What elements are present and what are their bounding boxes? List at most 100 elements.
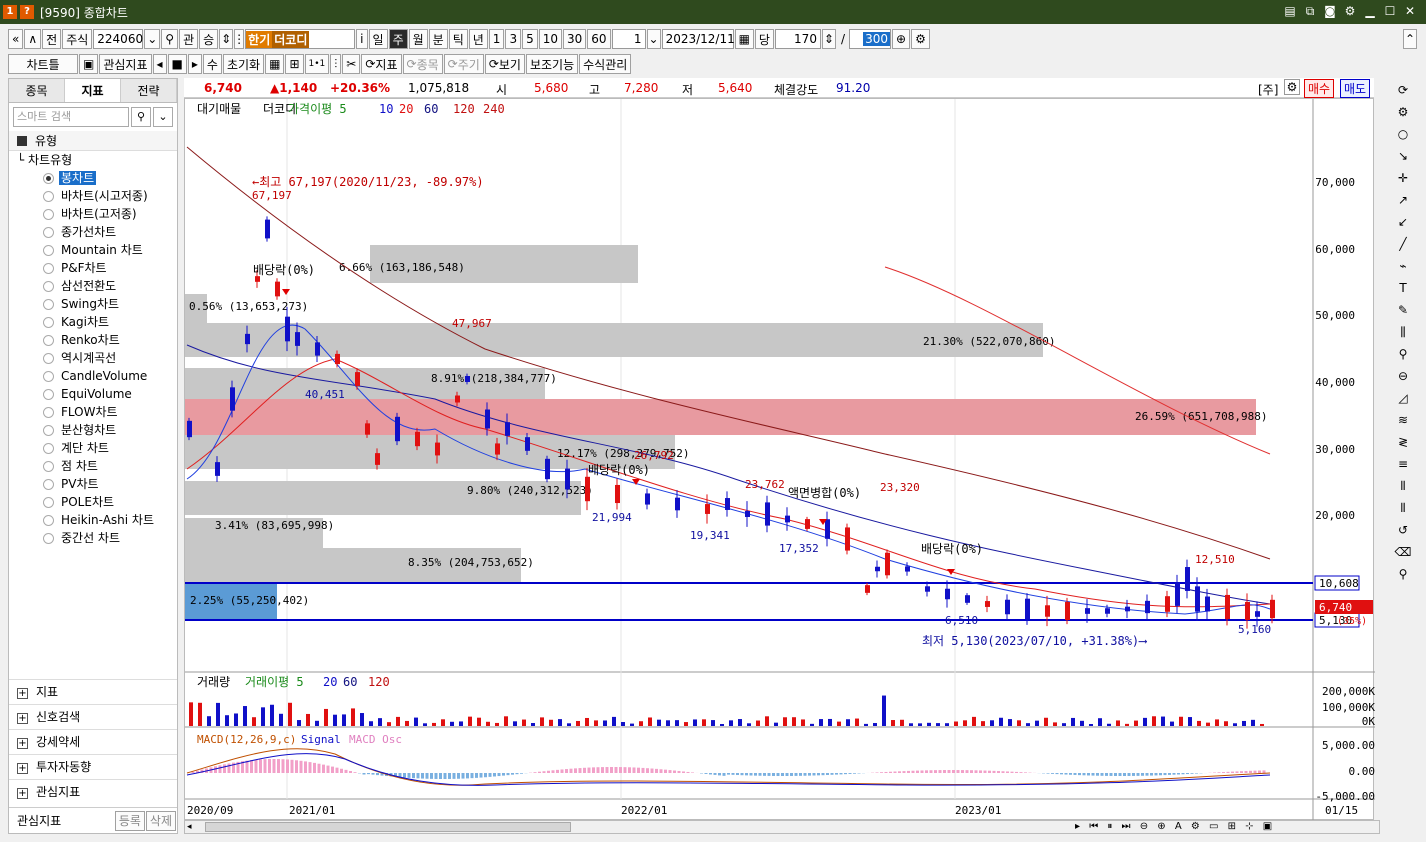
dang-button[interactable]: 당 — [754, 29, 774, 49]
num-30[interactable]: 30 — [563, 29, 587, 49]
radio-icon[interactable] — [43, 443, 54, 454]
reset-button[interactable]: 초기화 — [222, 54, 265, 74]
search-icon[interactable]: ⚲ — [131, 107, 151, 127]
chart-area[interactable]: 6.66% (163,186,548) 0.56% (13,653,273) 21.… — [184, 98, 1375, 821]
expand-icon[interactable]: ⌃ — [1403, 29, 1417, 49]
chart-type-item[interactable]: 계단 차트 — [17, 439, 177, 457]
chart-type-item[interactable]: P&F차트 — [17, 259, 177, 277]
spinner-icon[interactable]: ⇕ — [219, 29, 234, 49]
register-button[interactable]: 등록 — [114, 810, 145, 831]
gear-icon[interactable]: ⚙ — [1284, 79, 1300, 95]
scissors-icon[interactable]: ✂ — [342, 54, 361, 74]
grid-icon[interactable]: ▦ — [265, 54, 285, 74]
radio-icon[interactable] — [43, 317, 54, 328]
refresh-icon[interactable]: ⟳ — [1392, 80, 1414, 100]
code-dropdown-icon[interactable]: ⌄ — [144, 29, 161, 49]
candle-icon[interactable]: ⫶ — [330, 54, 342, 74]
count-input[interactable]: 170 — [774, 29, 821, 49]
radio-icon[interactable] — [43, 461, 54, 472]
scroll-left-icon[interactable]: ◂ — [187, 822, 192, 832]
radio-icon[interactable] — [43, 515, 54, 526]
period-day[interactable]: 일 — [368, 29, 388, 49]
pattern-icon[interactable]: ≋ — [1392, 410, 1414, 430]
close-icon[interactable]: ✕ — [1402, 3, 1418, 19]
radio-icon[interactable] — [43, 479, 54, 490]
zoom-out-icon[interactable]: ⊖ — [1392, 366, 1414, 386]
vertical-lines-2-icon[interactable]: ⫴ — [1392, 498, 1414, 518]
arrow-line-icon[interactable]: ↗ — [1392, 190, 1414, 210]
chart-type-item[interactable]: 점 차트 — [17, 457, 177, 475]
gwan-button[interactable]: 관 — [179, 29, 199, 49]
code-input[interactable]: 224060 — [93, 29, 144, 49]
radio-icon[interactable] — [43, 407, 54, 418]
num-5[interactable]: 5 — [522, 29, 538, 49]
expand-down-icon[interactable]: ⌄ — [153, 107, 173, 127]
gear-icon[interactable]: ⚙ — [1342, 3, 1358, 19]
smart-search-input[interactable]: 스마트 검색 — [13, 107, 129, 127]
chart-scrollbar[interactable]: ◂ ▸ ⏮ ⏸ ⏭ ⊖ ⊕ A ⚙ ▭ ⊞ ⊹ ▣ — [184, 820, 1380, 834]
chart-type-item[interactable]: Mountain 차트 — [17, 241, 177, 259]
chart-type-item[interactable]: 바차트(고저종) — [17, 205, 177, 223]
fibo-icon[interactable]: ≡ — [1392, 454, 1414, 474]
radio-icon[interactable] — [43, 209, 54, 220]
zigzag-icon[interactable]: ≷ — [1392, 432, 1414, 452]
right-arrow-icon[interactable]: ▸ — [187, 54, 202, 74]
section-indicator[interactable]: + 지표 — [9, 679, 177, 703]
total-input[interactable]: 300 — [863, 32, 890, 46]
section-interest[interactable]: + 관심지표 — [9, 779, 177, 803]
delete-button[interactable]: 삭제 — [145, 810, 176, 831]
tab-stock[interactable]: 종목 — [9, 79, 65, 102]
trend-line-icon[interactable]: ↘ — [1392, 146, 1414, 166]
period-month[interactable]: 월 — [408, 29, 428, 49]
period-week[interactable]: 주 — [388, 29, 408, 49]
chart-type-item[interactable]: 바차트(시고저종) — [17, 187, 177, 205]
tab-indicator[interactable]: 지표 — [65, 79, 121, 102]
chart-type-item[interactable]: Swing차트 — [17, 295, 177, 313]
chart-type-item[interactable]: FLOW차트 — [17, 403, 177, 421]
up-button[interactable]: ∧ — [24, 29, 42, 49]
chart-type-item[interactable]: Kagi차트 — [17, 313, 177, 331]
maximize-icon[interactable]: ☐ — [1382, 3, 1398, 19]
auto-icon[interactable]: ⌁ — [1392, 256, 1414, 276]
chart-type-item[interactable]: 분산형차트 — [17, 421, 177, 439]
ruler-icon[interactable]: ◿ — [1392, 388, 1414, 408]
calendar-icon[interactable]: ▦ — [734, 29, 754, 49]
zoom-icon[interactable]: ⚲ — [1392, 344, 1414, 364]
view-button[interactable]: ⟳ 보기 — [484, 54, 525, 74]
count-spinner-icon[interactable]: ⇕ — [821, 29, 836, 49]
settings-gear-icon[interactable]: ⚙ — [911, 29, 930, 49]
section-signal-search[interactable]: + 신호검색 — [9, 704, 177, 728]
unit-dropdown-icon[interactable]: ⌄ — [646, 29, 661, 49]
undo-icon[interactable]: ↺ — [1392, 520, 1414, 540]
radio-icon[interactable] — [43, 425, 54, 436]
radio-icon[interactable] — [43, 173, 54, 184]
radio-icon[interactable] — [43, 389, 54, 400]
radio-icon[interactable] — [43, 371, 54, 382]
zoom-plus-icon[interactable]: ⊕ — [892, 29, 911, 49]
arrow-line-2-icon[interactable]: ↙ — [1392, 212, 1414, 232]
chart-type-item[interactable]: 중간선 차트 — [17, 529, 177, 547]
chart-type-item[interactable]: Heikin-Ashi 차트 — [17, 511, 177, 529]
num-3[interactable]: 3 — [505, 29, 522, 49]
save-icon[interactable]: ▣ — [79, 54, 99, 74]
aux-function-button[interactable]: 보조기능 — [525, 54, 579, 74]
circle-icon[interactable]: ○ — [1392, 124, 1414, 144]
cross-icon[interactable]: ✛ — [1392, 168, 1414, 188]
gear-icon[interactable]: ⚙ — [1392, 102, 1414, 122]
vertical-lines-icon[interactable]: ⦀ — [1392, 476, 1414, 496]
section-type[interactable]: 유형 — [9, 131, 177, 151]
stock-button[interactable]: ⟳ 종목 — [402, 54, 443, 74]
num-1[interactable]: 1 — [488, 29, 505, 49]
menu-dots-icon[interactable]: ⋮ — [233, 29, 245, 49]
num-10[interactable]: 10 — [538, 29, 562, 49]
section-strength[interactable]: + 강세약세 — [9, 729, 177, 753]
formula-manage-button[interactable]: 수식관리 — [579, 54, 632, 74]
camera-icon[interactable]: ◙ — [1322, 3, 1338, 19]
one-to-one-button[interactable]: 1•1 — [304, 54, 330, 74]
period-minute[interactable]: 분 — [428, 29, 448, 49]
copy-icon[interactable]: ⧉ — [1302, 3, 1318, 19]
radio-icon[interactable] — [43, 533, 54, 544]
chart-type-item[interactable]: 종가선차트 — [17, 223, 177, 241]
section-investor[interactable]: + 투자자동향 — [9, 754, 177, 778]
scroll-thumb[interactable] — [205, 822, 571, 832]
